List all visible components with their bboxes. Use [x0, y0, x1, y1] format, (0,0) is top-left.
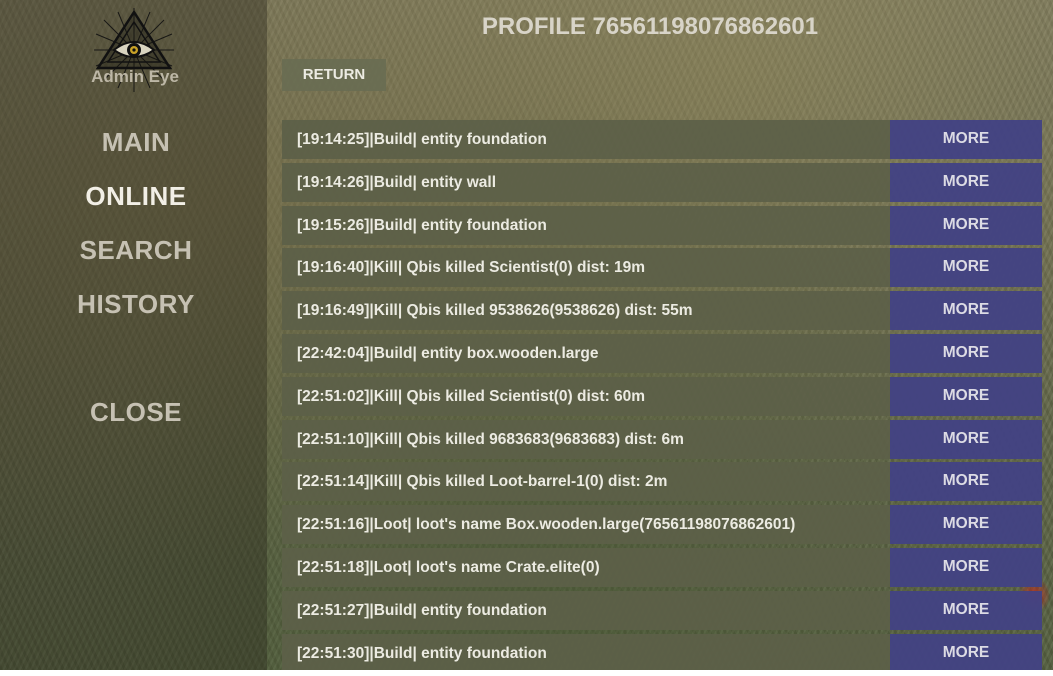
log-entry-text: [19:16:40]|Kill| Qbis killed Scientist(0… — [282, 248, 890, 288]
more-button[interactable]: MORE — [890, 548, 1042, 587]
more-button[interactable]: MORE — [890, 419, 1042, 459]
log-row: [19:15:26]|Build| entity foundation MORE — [282, 205, 1042, 245]
more-button[interactable]: MORE — [890, 633, 1042, 670]
more-button[interactable]: MORE — [890, 248, 1042, 288]
log-row: [19:14:25]|Build| entity foundation MORE — [282, 120, 1042, 159]
log-row: [19:16:49]|Kill| Qbis killed 9538626(953… — [282, 291, 1042, 331]
brand-name: Admin Eye — [91, 67, 179, 86]
log-entry-text: [19:16:49]|Kill| Qbis killed 9538626(953… — [282, 291, 890, 331]
log-entry-text: [19:15:26]|Build| entity foundation — [282, 205, 890, 245]
log-row: [22:51:14]|Kill| Qbis killed Loot-barrel… — [282, 462, 1042, 502]
log-entry-text: [22:42:04]|Build| entity box.wooden.larg… — [282, 334, 890, 373]
log-entry-text: [22:51:14]|Kill| Qbis killed Loot-barrel… — [282, 462, 890, 502]
log-row: [22:51:16]|Loot| loot's name Box.wooden.… — [282, 505, 1042, 545]
game-ui-screen: Admin Eye MAIN ONLINE SEARCH HISTORY CLO… — [0, 0, 1053, 670]
more-button[interactable]: MORE — [890, 462, 1042, 502]
log-entry-text: [22:51:18]|Loot| loot's name Crate.elite… — [282, 548, 890, 587]
nav-main[interactable]: MAIN — [20, 127, 252, 158]
more-button[interactable]: MORE — [890, 162, 1042, 202]
more-button[interactable]: MORE — [890, 291, 1042, 331]
log-row: [22:51:27]|Build| entity foundation MORE — [282, 590, 1042, 630]
more-button[interactable]: MORE — [890, 590, 1042, 630]
log-row: [22:51:02]|Kill| Qbis killed Scientist(0… — [282, 376, 1042, 416]
log-row: [19:14:26]|Build| entity wall MORE — [282, 162, 1042, 202]
log-row: [22:51:18]|Loot| loot's name Crate.elite… — [282, 548, 1042, 587]
more-button[interactable]: MORE — [890, 505, 1042, 545]
nav-search[interactable]: SEARCH — [20, 235, 252, 266]
nav-close[interactable]: CLOSE — [20, 397, 252, 428]
log-row: [22:51:30]|Build| entity foundation MORE — [282, 633, 1042, 670]
log-entry-text: [19:14:26]|Build| entity wall — [282, 162, 890, 202]
nav-history[interactable]: HISTORY — [20, 289, 252, 320]
log-entry-text: [22:51:27]|Build| entity foundation — [282, 590, 890, 630]
more-button[interactable]: MORE — [890, 376, 1042, 416]
log-entry-text: [22:51:30]|Build| entity foundation — [282, 633, 890, 670]
log-row: [19:16:40]|Kill| Qbis killed Scientist(0… — [282, 248, 1042, 288]
log-entry-text: [19:14:25]|Build| entity foundation — [282, 120, 890, 159]
return-button[interactable]: RETURN — [282, 59, 386, 91]
sidebar: Admin Eye MAIN ONLINE SEARCH HISTORY CLO… — [0, 0, 267, 670]
log-entry-text: [22:51:16]|Loot| loot's name Box.wooden.… — [282, 505, 890, 545]
page-title: PROFILE 76561198076862601 — [481, 13, 819, 40]
more-button[interactable]: MORE — [890, 205, 1042, 245]
log-row: [22:51:10]|Kill| Qbis killed 9683683(968… — [282, 419, 1042, 459]
log-entry-text: [22:51:10]|Kill| Qbis killed 9683683(968… — [282, 419, 890, 459]
more-button[interactable]: MORE — [890, 334, 1042, 373]
more-button[interactable]: MORE — [890, 120, 1042, 159]
log-entry-text: [22:51:02]|Kill| Qbis killed Scientist(0… — [282, 376, 890, 416]
log-row: [22:42:04]|Build| entity box.wooden.larg… — [282, 334, 1042, 373]
nav-online[interactable]: ONLINE — [20, 181, 252, 212]
